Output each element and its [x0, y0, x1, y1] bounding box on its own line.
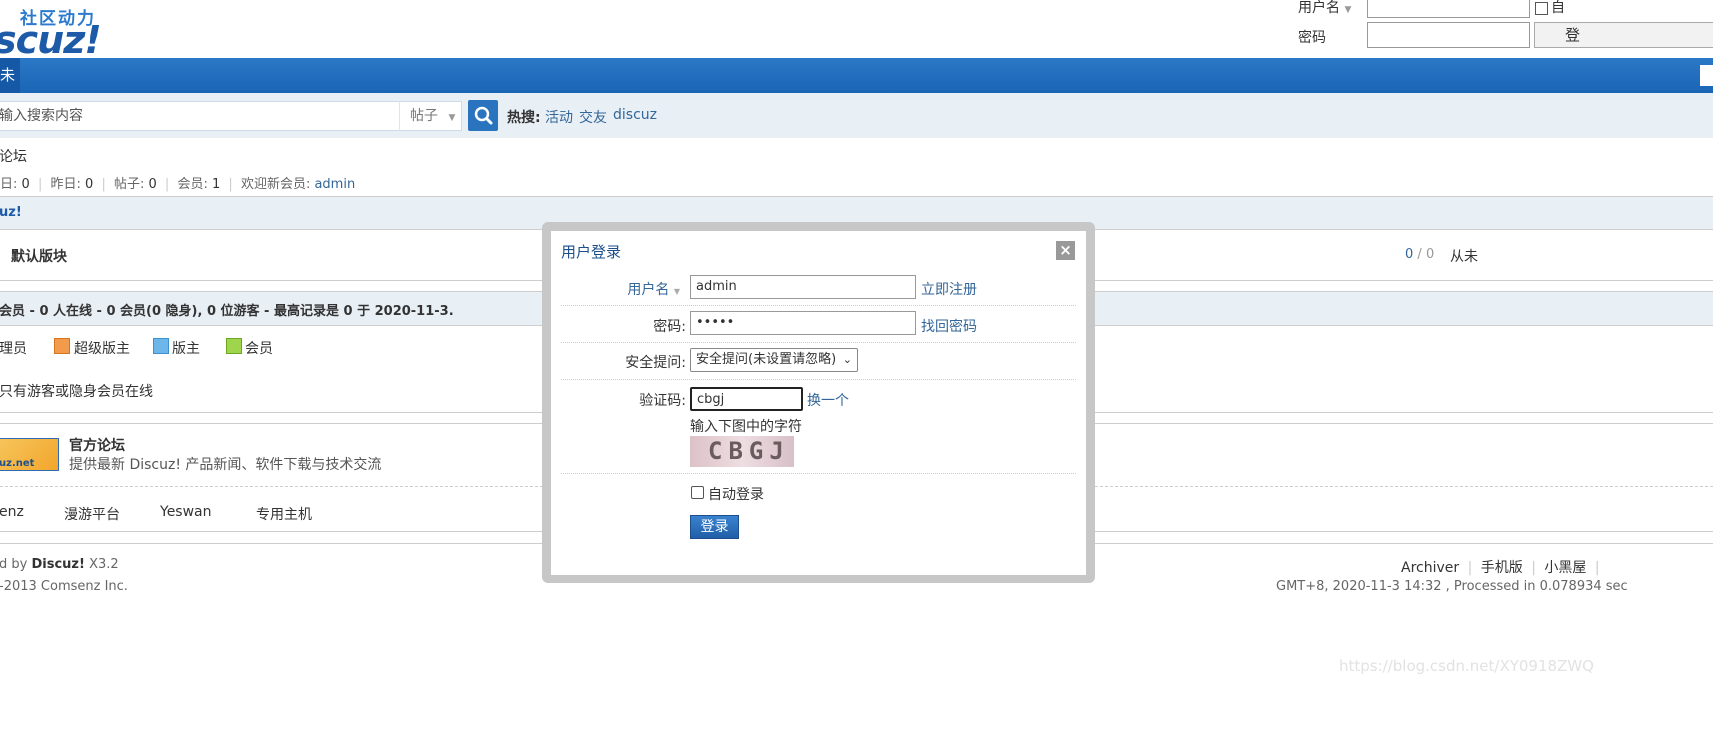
header-autologin-checkbox[interactable] [1535, 2, 1548, 15]
security-question-label: 安全提问: [625, 355, 686, 371]
close-button[interactable]: × [1056, 241, 1075, 260]
dialog-password-label: 密码: [653, 319, 686, 335]
footer-link-archiver[interactable]: Archiver [1401, 560, 1459, 576]
chevron-down-icon: ▼ [673, 287, 680, 296]
hot-search-link[interactable]: discuz [613, 107, 657, 123]
autologin-checkbox[interactable] [691, 486, 704, 499]
board-last-post: 从未 [1450, 249, 1478, 265]
footer-link-blacklist[interactable]: 小黑屋 [1544, 560, 1586, 576]
security-question-select[interactable]: 安全提问(未设置请忽略) ⌄ [690, 348, 858, 372]
hot-search-link[interactable]: 交友 [579, 107, 607, 127]
captcha-refresh-link[interactable]: 换一个 [807, 390, 849, 410]
legend-moderator: 版主 [172, 341, 200, 357]
register-link[interactable]: 立即注册 [921, 279, 977, 299]
main-nav [0, 58, 1713, 93]
hot-search-label: 热搜: [507, 110, 541, 126]
friend-link[interactable]: 专用主机 [256, 504, 312, 524]
legend-super-moderator: 超级版主 [74, 341, 130, 357]
captcha-input[interactable]: cbgj [690, 387, 803, 411]
official-forum-desc: 提供最新 Discuz! 产品新闻、软件下载与技术交流 [69, 457, 382, 473]
captcha-image[interactable]: CBGJ [690, 436, 794, 467]
board-name[interactable]: 默认版块 [11, 246, 67, 266]
header-password-label: 密码 [1298, 30, 1326, 46]
dialog-password-input[interactable]: ••••• [690, 311, 916, 335]
moderator-icon [153, 338, 169, 354]
legend-admin: 理员 [0, 341, 27, 357]
new-member-link[interactable]: admin [314, 177, 355, 192]
header-autologin-label: 自 [1551, 0, 1565, 16]
search-type-select[interactable]: 帖子 ▼ [399, 101, 462, 131]
online-note: 只有游客或隐身会员在线 [0, 384, 153, 400]
chevron-down-icon: ▼ [448, 113, 456, 123]
header-password-input[interactable] [1367, 22, 1530, 48]
member-icon [226, 338, 242, 354]
super-moderator-icon [54, 338, 70, 354]
official-forum-logo[interactable]: uz.net [0, 438, 59, 471]
board-counts: 0 / 0 [1405, 247, 1435, 262]
dialog-title: 用户登录 [561, 243, 622, 261]
copyright: -2013 Comsenz Inc. [0, 579, 128, 594]
friend-link[interactable]: enz [0, 504, 24, 520]
nav-quick-box[interactable] [1700, 65, 1713, 86]
search-button[interactable] [468, 100, 498, 131]
legend-member: 会员 [245, 341, 273, 357]
nav-tab-active[interactable]: 未 [0, 58, 20, 93]
friend-link[interactable]: Yeswan [160, 504, 212, 520]
dialog-username-input[interactable]: admin [690, 275, 916, 299]
online-summary: 会员 - 0 人在线 - 0 会员(0 隐身), 0 位游客 - 最高记录是 0… [0, 304, 454, 319]
captcha-label: 验证码: [639, 393, 686, 409]
search-input[interactable]: 输入搜索内容 [0, 101, 400, 131]
search-icon [474, 106, 493, 125]
official-forum-title[interactable]: 官方论坛 [69, 435, 125, 455]
powered-by: d by Discuz! X3.2 [0, 557, 119, 572]
footer-time: GMT+8, 2020-11-3 14:32 , Processed in 0.… [1276, 579, 1628, 594]
chevron-down-icon: ▼ [1344, 5, 1352, 15]
category-title[interactable]: uz! [0, 205, 22, 220]
close-icon: × [1059, 241, 1072, 259]
captcha-hint: 输入下图中的字符 [690, 419, 802, 435]
forum-title: 论坛 [0, 149, 27, 165]
header-username-input[interactable] [1367, 0, 1530, 18]
dialog-username-label[interactable]: 用户名 ▼ [560, 279, 680, 299]
friend-link[interactable]: 漫游平台 [64, 504, 120, 524]
login-submit-button[interactable]: 登录 [690, 515, 739, 539]
chevron-down-icon: ⌄ [842, 353, 852, 366]
header-login-button[interactable]: 登 [1534, 22, 1713, 48]
footer-link-mobile[interactable]: 手机版 [1481, 560, 1523, 576]
hot-search-link[interactable]: 活动 [545, 107, 573, 127]
footer-links: Archiver | 手机版 | 小黑屋 | [1401, 560, 1600, 576]
autologin-label[interactable]: 自动登录 [708, 484, 764, 504]
logo[interactable]: scuz! [0, 18, 102, 62]
forgot-password-link[interactable]: 找回密码 [921, 316, 977, 336]
forum-stats: 日: 0 | 昨日: 0 | 帖子: 0 | 会员: 1 | 欢迎新会员: ad… [0, 177, 356, 192]
watermark: https://blog.csdn.net/XY0918ZWQ [1339, 657, 1594, 675]
header-username-label: 用户名 ▼ [1298, 0, 1352, 16]
